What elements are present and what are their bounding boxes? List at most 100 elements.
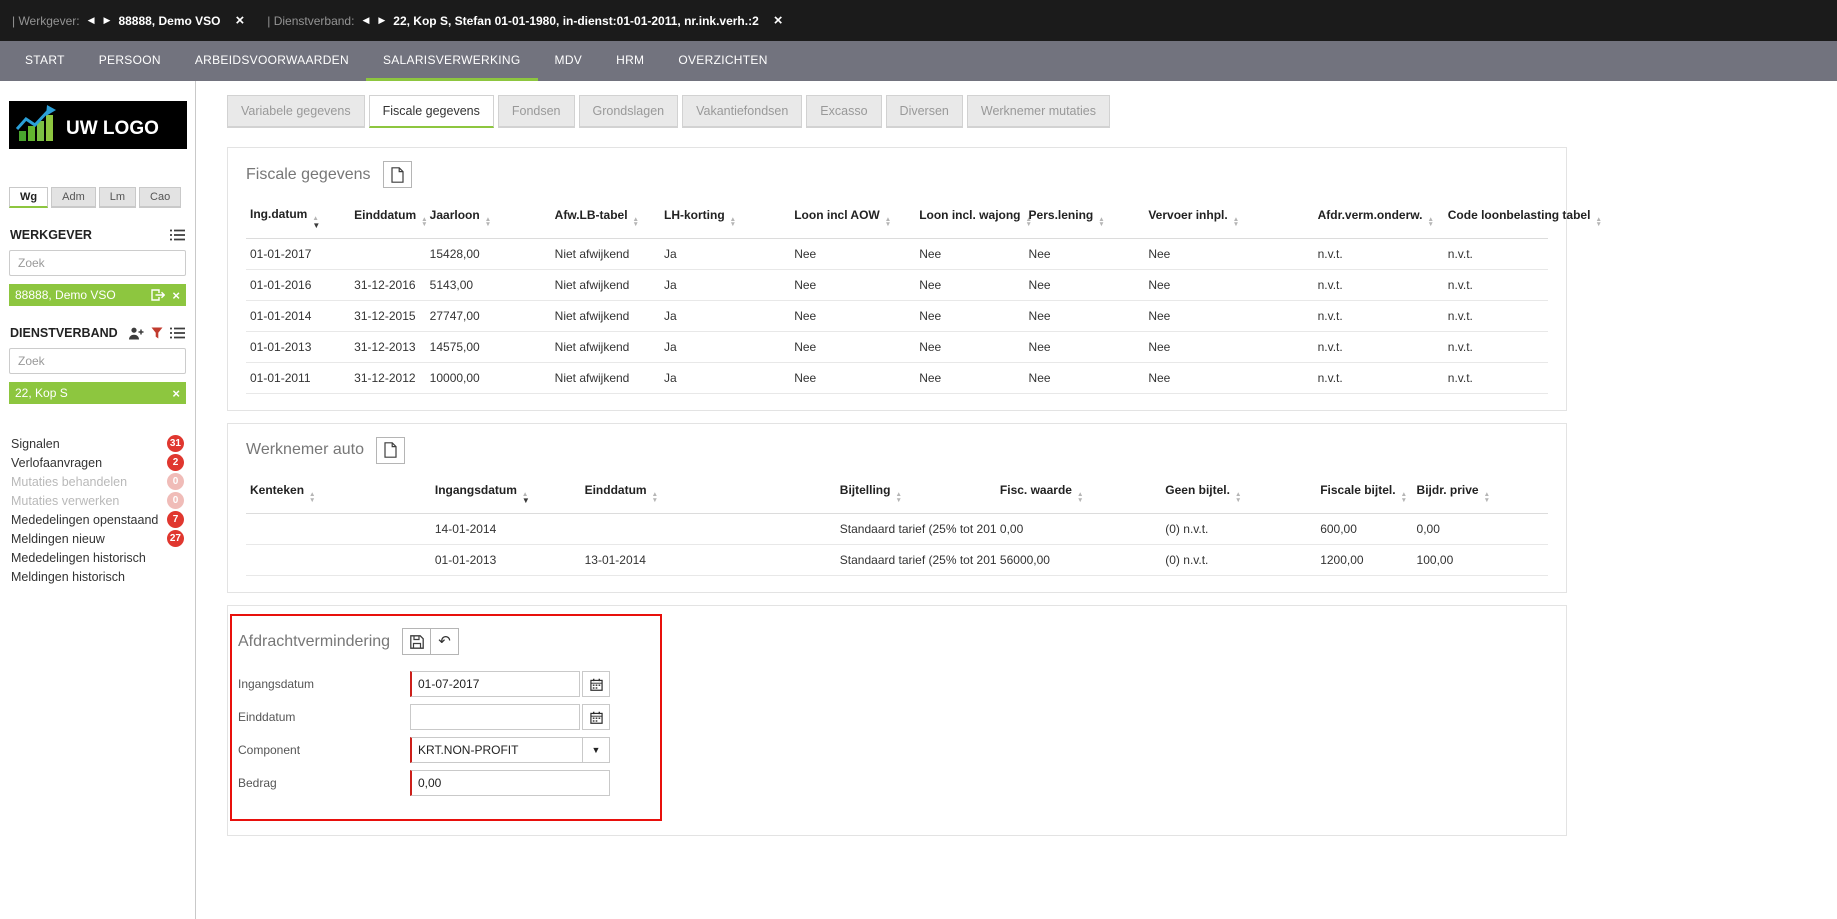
nav-item[interactable]: ARBEIDSVOORWAARDEN (178, 41, 366, 81)
column-header[interactable]: Loon incl AOW ▲ ▼ (790, 198, 915, 238)
column-header[interactable]: Einddatum ▲ ▼ (350, 198, 427, 238)
nav-item[interactable]: HRM (599, 41, 661, 81)
column-header[interactable]: Geen bijtel. ▲ ▼ (1161, 474, 1316, 514)
column-header-label: Einddatum (354, 207, 417, 222)
content-tab[interactable]: Diversen (885, 95, 963, 128)
sidebar-link[interactable]: Mutaties verwerken 0 (9, 491, 186, 510)
new-document-icon (390, 166, 404, 183)
column-header[interactable]: Ingangsdatum ▲ ▼ (431, 474, 581, 514)
cell-jaarloon: 5143,00 (425, 269, 551, 301)
nav-item[interactable]: OVERZICHTEN (661, 41, 784, 81)
nav-item[interactable]: PERSOON (82, 41, 178, 81)
sidebar-link[interactable]: Signalen 31 (9, 434, 186, 453)
column-header[interactable]: Jaarloon ▲ ▼ (426, 198, 551, 238)
new-document-icon (384, 442, 397, 458)
content-tab[interactable]: Variabele gegevens (227, 95, 365, 128)
content-tab[interactable]: Werknemer mutaties (966, 95, 1110, 128)
dienstverband-list-icon[interactable] (170, 327, 185, 339)
cell-code-loonbelasting: n.v.t. (1443, 362, 1548, 394)
content-tab[interactable]: Excasso (806, 95, 882, 128)
nav-item[interactable]: SALARISVERWERKING (365, 41, 538, 81)
dienstverband-search-input[interactable] (9, 348, 186, 374)
table-row[interactable]: 14-01-2014 Standaard tarief (25% tot 201… (246, 513, 1548, 545)
content-tab[interactable]: Vakantiefondsen (682, 95, 803, 128)
werkgever-close-button[interactable]: × (236, 13, 245, 28)
field-input[interactable] (410, 671, 580, 697)
fiscale-gegevens-panel: Fiscale gegevens Ing.datum ▲ ▼ Einddatum ▲ ▼… (227, 147, 1602, 411)
sidebar-link[interactable]: Mededelingen openstaand 7 (9, 510, 186, 529)
column-header[interactable]: Fiscale bijtel. ▲ ▼ (1316, 474, 1412, 514)
column-header[interactable]: Loon incl. wajong ▲ ▼ (915, 198, 1032, 238)
column-header[interactable]: Kenteken ▲ ▼ (246, 474, 431, 514)
werkgever-next-button[interactable]: ▶ (103, 13, 112, 28)
column-header-label: Geen bijtel. (1165, 483, 1230, 498)
nav-item[interactable]: START (8, 41, 82, 81)
table-row[interactable]: 01-01-2013 13-01-2014 Standaard tarief (… (246, 544, 1548, 576)
dropdown-button[interactable]: ▼ (582, 737, 610, 763)
sidebar-tab[interactable]: Lm (98, 187, 137, 208)
sort-icon: ▲ ▼ (895, 491, 902, 504)
selected-dienstverband[interactable]: 22, Kop S × (9, 382, 186, 404)
sidebar-tab[interactable]: Adm (51, 187, 96, 208)
field-input[interactable] (410, 704, 580, 730)
field-input[interactable] (410, 737, 583, 763)
dienstverband-next-button[interactable]: ▶ (377, 13, 386, 28)
dienstverband-prev-button[interactable]: ◀ (361, 13, 370, 28)
sidebar-link[interactable]: Verlofaanvragen 2 (9, 453, 186, 472)
content-tab[interactable]: Fondsen (497, 95, 575, 128)
undo-button[interactable]: ↶ (430, 628, 460, 655)
field-input[interactable] (410, 770, 610, 796)
cell-loon-incl-wajong: Nee (915, 362, 1025, 394)
sidebar-link[interactable]: Mutaties behandelen 0 (9, 472, 186, 491)
cell-einddatum: 31-12-2013 (350, 331, 426, 363)
cell-afw-lb-tabel: Niet afwijkend (550, 331, 661, 363)
form-field-row: Bedrag ▼ (238, 770, 654, 796)
table-row[interactable]: 01-01-2016 31-12-2016 5143,00 Niet afwij… (246, 269, 1548, 301)
column-header-label: Loon incl AOW (794, 207, 880, 222)
column-header[interactable]: LH-korting ▲ ▼ (660, 198, 790, 238)
calendar-button[interactable] (582, 671, 610, 697)
column-header[interactable]: Vervoer inhpl. ▲ ▼ (1144, 198, 1313, 238)
column-header-label: Bijdr. prive (1416, 483, 1479, 498)
filter-icon[interactable] (151, 327, 163, 339)
werkgever-list-icon[interactable] (170, 229, 185, 241)
column-header[interactable]: Bijtelling ▲ ▼ (836, 474, 996, 514)
save-button[interactable] (402, 628, 432, 655)
sidebar-link[interactable]: Mededelingen historisch (9, 548, 186, 567)
table-row[interactable]: 01-01-2014 31-12-2015 27747,00 Niet afwi… (246, 300, 1548, 332)
new-record-button[interactable] (382, 161, 412, 188)
werkgever-export-icon[interactable] (151, 289, 166, 301)
sidebar-link-label: Mededelingen openstaand (11, 512, 159, 527)
column-header[interactable]: Afdr.verm.onderw. ▲ ▼ (1314, 198, 1444, 238)
table-row[interactable]: 01-01-2013 31-12-2013 14575,00 Niet afwi… (246, 331, 1548, 363)
cell-fisc-waarde: 0,00 (995, 513, 1162, 545)
column-header[interactable]: Einddatum ▲ ▼ (581, 474, 836, 514)
context-bar: | Werkgever: ◀ ▶ 88888, Demo VSO × | Die… (0, 0, 1837, 41)
column-header[interactable]: Afw.LB-tabel ▲ ▼ (551, 198, 660, 238)
sidebar-tab[interactable]: Wg (9, 187, 49, 208)
add-person-icon[interactable] (128, 327, 144, 340)
column-header[interactable]: Pers.lening ▲ ▼ (1025, 198, 1145, 238)
selected-werkgever[interactable]: 88888, Demo VSO × (9, 284, 186, 306)
calendar-button[interactable] (582, 704, 610, 730)
dienstverband-close-button[interactable]: × (774, 13, 783, 28)
new-record-button[interactable] (375, 436, 405, 464)
column-header[interactable]: Fisc. waarde ▲ ▼ (996, 474, 1161, 514)
nav-item[interactable]: MDV (538, 41, 600, 81)
sidebar-link[interactable]: Meldingen nieuw 27 (9, 529, 186, 548)
werkgever-deselect-button[interactable]: × (172, 289, 180, 302)
sidebar-tab[interactable]: Cao (139, 187, 182, 208)
werkgever-prev-button[interactable]: ◀ (87, 13, 96, 28)
table-row[interactable]: 01-01-2011 31-12-2012 10000,00 Niet afwi… (246, 362, 1548, 394)
table-row[interactable]: 01-01-2017 15428,00 Niet afwijkend Ja Ne… (246, 238, 1548, 270)
dienstverband-value: 22, Kop S, Stefan 01-01-1980, in-dienst:… (393, 13, 759, 28)
content-tab[interactable]: Fiscale gegevens (368, 95, 494, 128)
dienstverband-deselect-button[interactable]: × (172, 387, 180, 400)
werkgever-search-input[interactable] (9, 250, 186, 276)
sidebar-link[interactable]: Meldingen historisch (9, 567, 186, 586)
content-tab[interactable]: Grondslagen (578, 95, 679, 128)
sidebar-link-label: Mutaties behandelen (11, 474, 128, 489)
column-header[interactable]: Code loonbelasting tabel ▲ ▼ (1444, 198, 1602, 238)
column-header[interactable]: Ing.datum ▲ ▼ (246, 198, 350, 238)
column-header[interactable]: Bijdr. prive ▲ ▼ (1413, 474, 1548, 514)
